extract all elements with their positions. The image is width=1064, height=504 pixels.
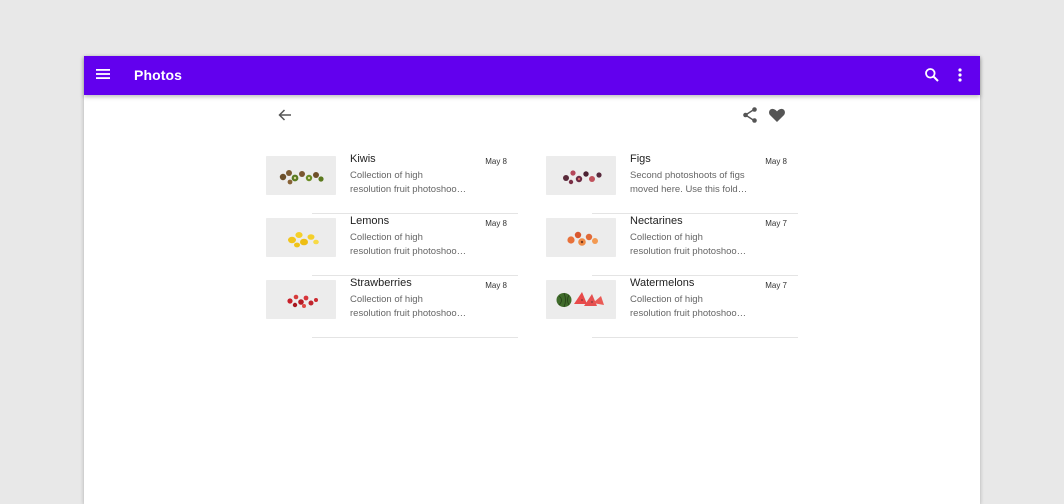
- album-name: Strawberries: [350, 277, 412, 289]
- divider: [312, 337, 518, 338]
- album-thumbnail: [546, 280, 616, 319]
- album-description-line: resolution fruit photoshoo…: [350, 308, 467, 319]
- album-description-line: resolution fruit photoshoo…: [350, 184, 467, 195]
- album-description: Collection of high resolution fruit phot…: [630, 293, 758, 321]
- album-date: May 7: [765, 281, 787, 290]
- album-description-line: Collection of high: [350, 170, 423, 181]
- album-item-strawberries[interactable]: Strawberries May 8 Collection of high re…: [266, 276, 518, 338]
- album-description-line: resolution fruit photoshoo…: [350, 246, 467, 257]
- album-thumbnail: [266, 156, 336, 195]
- album-thumbnail: [546, 218, 616, 257]
- album-name: Nectarines: [630, 215, 683, 227]
- album-thumbnail: [546, 156, 616, 195]
- album-item-nectarines[interactable]: Nectarines May 7 Collection of high reso…: [546, 214, 798, 276]
- album-description-line: Collection of high: [350, 232, 423, 243]
- album-item-kiwis[interactable]: Kiwis May 8 Collection of high resolutio…: [266, 152, 518, 214]
- album-description: Collection of high resolution fruit phot…: [630, 231, 758, 259]
- album-date: May 8: [485, 281, 507, 290]
- album-description-line: Second photoshoots of figs: [630, 170, 745, 181]
- album-name: Lemons: [350, 215, 390, 227]
- album-item-lemons[interactable]: Lemons May 8 Collection of high resoluti…: [266, 214, 518, 276]
- album-description-line: Collection of high: [630, 294, 703, 305]
- album-name: Figs: [630, 153, 651, 165]
- album-name: Kiwis: [350, 153, 376, 165]
- album-description-line: Collection of high: [350, 294, 423, 305]
- album-date: May 8: [485, 157, 507, 166]
- album-description-line: Collection of high: [630, 232, 703, 243]
- album-description-line: resolution fruit photoshoo…: [630, 246, 747, 257]
- album-thumbnail: [266, 280, 336, 319]
- album-grid: Kiwis May 8 Collection of high resolutio…: [266, 152, 798, 338]
- top-app-bar: Photos: [84, 56, 980, 95]
- album-description-line: resolution fruit photoshoo…: [630, 308, 747, 319]
- heart-icon[interactable]: [768, 106, 786, 124]
- app-title: Photos: [134, 67, 183, 83]
- menu-icon[interactable]: [96, 67, 110, 81]
- album-description: Second photoshoots of figs moved here. U…: [630, 169, 758, 197]
- more-vert-icon[interactable]: [954, 67, 966, 83]
- album-description: Collection of high resolution fruit phot…: [350, 169, 478, 197]
- app-window: Photos Kiwis May 8 Collection of high re…: [84, 56, 980, 504]
- arrow-back-icon[interactable]: [277, 107, 293, 123]
- album-date: May 8: [485, 219, 507, 228]
- album-date: May 8: [765, 157, 787, 166]
- divider: [592, 337, 798, 338]
- album-date: May 7: [765, 219, 787, 228]
- album-description-line: moved here. Use this fold…: [630, 184, 748, 195]
- album-description: Collection of high resolution fruit phot…: [350, 293, 478, 321]
- search-icon[interactable]: [924, 67, 940, 83]
- album-thumbnail: [266, 218, 336, 257]
- album-name: Watermelons: [630, 277, 695, 289]
- album-item-watermelons[interactable]: Watermelons May 7 Collection of high res…: [546, 276, 798, 338]
- album-description: Collection of high resolution fruit phot…: [350, 231, 478, 259]
- album-item-figs[interactable]: Figs May 8 Second photoshoots of figs mo…: [546, 152, 798, 214]
- share-icon[interactable]: [741, 106, 759, 124]
